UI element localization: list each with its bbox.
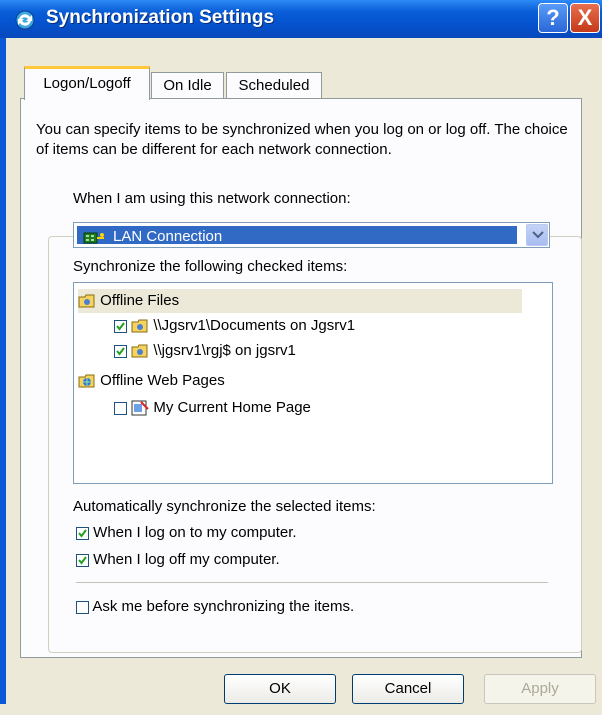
web-page-icon (131, 400, 149, 416)
rgj-label: \\jgsrv1\rgj$ on jgsrv1 (153, 342, 296, 359)
ask-option[interactable]: Ask me before synchronizing the items. (76, 596, 354, 618)
logoff-option[interactable]: When I log off my computer. (76, 549, 280, 571)
logon-option[interactable]: When I log on to my computer. (76, 522, 297, 544)
tab-on-idle[interactable]: On Idle (151, 72, 224, 99)
offline-files-icon (78, 293, 96, 309)
separator (76, 582, 548, 583)
offline-web-pages-label: Offline Web Pages (100, 372, 225, 389)
network-share-icon (131, 343, 149, 359)
logon-checkbox[interactable] (76, 526, 89, 540)
home-page-checkbox[interactable] (114, 401, 127, 415)
dialog-bottom (0, 704, 602, 715)
tree-item-offline-files[interactable]: Offline Files (78, 289, 522, 313)
sync-items-tree[interactable]: Offline Files \\Jgsrv1\Documents on Jgsr… (73, 282, 553, 484)
dialog-window: Synchronization Settings ? X Logon/Logof… (0, 0, 602, 715)
description-text: You can specify items to be synchronized… (36, 121, 568, 158)
tree-item-rgj[interactable]: \\jgsrv1\rgj$ on jgsrv1 (114, 339, 296, 363)
logoff-label: When I log off my computer. (93, 551, 280, 568)
network-share-icon (131, 318, 149, 334)
ask-label: Ask me before synchronizing the items. (92, 598, 355, 615)
ask-checkbox[interactable] (76, 600, 89, 614)
window-border (0, 38, 6, 715)
auto-sync-label: Automatically synchronize the selected i… (73, 498, 376, 515)
ok-button[interactable]: OK (224, 674, 336, 704)
documents-checkbox[interactable] (114, 319, 127, 333)
connection-value: LAN Connection (113, 228, 223, 245)
tree-item-offline-web-pages[interactable]: Offline Web Pages (78, 369, 225, 393)
connection-label: When I am using this network connection: (73, 190, 351, 207)
checkmark-icon (116, 346, 125, 356)
checkmark-icon (116, 321, 125, 331)
combo-selection: LAN Connection (77, 226, 517, 245)
offline-web-pages-icon (78, 373, 96, 389)
tree-item-home-page[interactable]: My Current Home Page (114, 396, 311, 420)
tab-logon-logoff[interactable]: Logon/Logoff (24, 66, 150, 100)
checkmark-icon (78, 528, 87, 538)
home-page-label: My Current Home Page (153, 399, 311, 416)
documents-label: \\Jgsrv1\Documents on Jgsrv1 (153, 317, 356, 334)
apply-button[interactable]: Apply (484, 674, 596, 704)
chevron-down-icon (532, 231, 544, 239)
help-button[interactable]: ? (538, 3, 568, 33)
connection-dropdown[interactable]: LAN Connection (73, 222, 550, 248)
cancel-button[interactable]: Cancel (352, 674, 464, 704)
title-bar[interactable]: Synchronization Settings ? X (0, 0, 602, 38)
network-connection-icon (83, 232, 104, 244)
logon-label: When I log on to my computer. (93, 524, 297, 541)
tree-item-documents[interactable]: \\Jgsrv1\Documents on Jgsrv1 (114, 314, 355, 338)
tab-scheduled[interactable]: Scheduled (226, 72, 322, 99)
close-button[interactable]: X (570, 3, 600, 33)
logoff-checkbox[interactable] (76, 553, 89, 567)
dropdown-arrow-button[interactable] (526, 224, 548, 246)
rgj-checkbox[interactable] (114, 344, 127, 358)
offline-files-label: Offline Files (100, 292, 180, 309)
checkmark-icon (78, 555, 87, 565)
items-label: Synchronize the following checked items: (73, 258, 348, 275)
window-title: Synchronization Settings (46, 7, 275, 28)
sync-icon (15, 10, 35, 30)
